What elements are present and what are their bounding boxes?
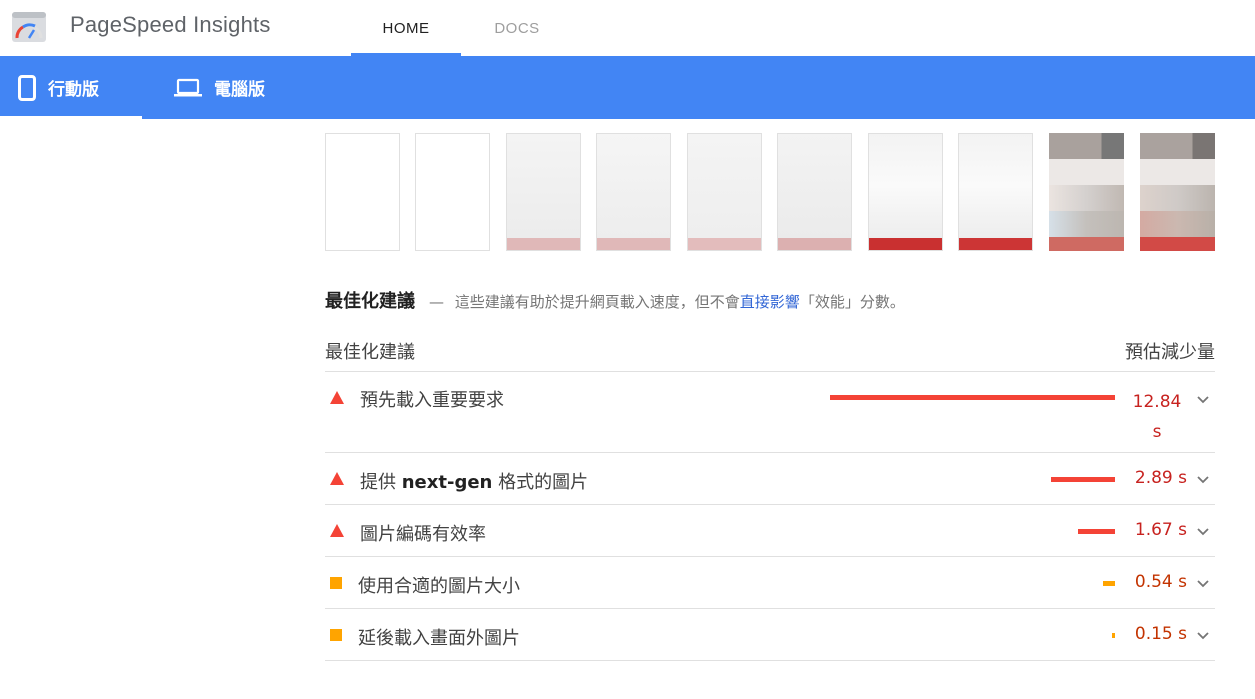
savings-value: 0.54 s bbox=[1134, 572, 1187, 592]
filmstrip-frame bbox=[958, 133, 1033, 251]
average-square-icon bbox=[330, 577, 342, 589]
opportunity-row[interactable]: 使用合適的圖片大小 0.54 s bbox=[325, 557, 1215, 609]
filmstrip-frame bbox=[325, 133, 400, 251]
direct-impact-link[interactable]: 直接影響 bbox=[740, 293, 800, 311]
filmstrip-frame bbox=[506, 133, 581, 251]
savings-value: 1.67 s bbox=[1134, 520, 1187, 540]
tab-desktop[interactable]: 電腦版 bbox=[174, 56, 304, 119]
savings-value: 12.84 s bbox=[1132, 392, 1182, 442]
device-tab-bar: 行動版 電腦版 bbox=[0, 56, 1255, 119]
tab-docs[interactable]: DOCS bbox=[472, 0, 562, 56]
chevron-down-icon[interactable] bbox=[1195, 576, 1211, 592]
opportunity-label: 預先載入重要要求 bbox=[360, 390, 504, 411]
app-title[interactable]: PageSpeed Insights bbox=[70, 12, 271, 38]
tab-home[interactable]: HOME bbox=[351, 0, 461, 56]
filmstrip bbox=[325, 133, 1215, 251]
chevron-down-icon[interactable] bbox=[1195, 628, 1211, 644]
average-square-icon bbox=[330, 629, 342, 641]
section-desc-before: 這些建議有助於提升網頁載入速度，但不會 bbox=[454, 293, 740, 311]
column-header-opportunity: 最佳化建議 bbox=[325, 342, 415, 363]
savings-bar bbox=[1103, 581, 1115, 586]
savings-bar bbox=[1051, 477, 1115, 482]
opportunity-row[interactable]: 預先載入重要要求 12.84 s bbox=[325, 373, 1215, 453]
savings-bar bbox=[830, 395, 1115, 400]
section-dash: — bbox=[429, 293, 444, 311]
opportunities-header: 最佳化建議 — 這些建議有助於提升網頁載入速度，但不會直接影響「效能」分數。 bbox=[325, 287, 1225, 313]
tab-mobile-label: 行動版 bbox=[48, 80, 99, 100]
tab-mobile[interactable]: 行動版 bbox=[0, 56, 142, 119]
fail-triangle-icon bbox=[330, 472, 344, 485]
section-title: 最佳化建議 bbox=[325, 291, 415, 312]
opportunities-table-head: 最佳化建議 預估減少量 bbox=[325, 338, 1215, 372]
filmstrip-frame bbox=[687, 133, 762, 251]
fail-triangle-icon bbox=[330, 524, 344, 537]
fail-triangle-icon bbox=[330, 391, 344, 404]
savings-bar bbox=[1078, 529, 1115, 534]
chevron-down-icon[interactable] bbox=[1195, 524, 1211, 540]
chevron-down-icon[interactable] bbox=[1195, 392, 1211, 408]
opportunity-label: 使用合適的圖片大小 bbox=[358, 576, 520, 597]
opportunity-label: 圖片編碼有效率 bbox=[360, 524, 486, 545]
opportunity-row[interactable]: 提供 next-gen 格式的圖片 2.89 s bbox=[325, 453, 1215, 505]
chevron-down-icon[interactable] bbox=[1195, 472, 1211, 488]
filmstrip-frame bbox=[1049, 133, 1124, 251]
opportunity-row[interactable]: 圖片編碼有效率 1.67 s bbox=[325, 505, 1215, 557]
section-desc-after: 「效能」分數。 bbox=[799, 293, 905, 311]
top-header: PageSpeed Insights HOME DOCS bbox=[0, 0, 1255, 56]
savings-bar bbox=[1112, 633, 1115, 638]
savings-value: 0.15 s bbox=[1134, 624, 1187, 644]
filmstrip-frame bbox=[596, 133, 671, 251]
opportunity-label: 提供 next-gen 格式的圖片 bbox=[360, 472, 589, 493]
laptop-icon bbox=[174, 78, 202, 96]
filmstrip-frame bbox=[415, 133, 490, 251]
filmstrip-frame bbox=[868, 133, 943, 251]
section-description: — 這些建議有助於提升網頁載入速度，但不會直接影響「效能」分數。 bbox=[429, 291, 905, 312]
column-header-savings: 預估減少量 bbox=[1125, 342, 1215, 363]
opportunity-row[interactable]: 延後載入畫面外圖片 0.15 s bbox=[325, 609, 1215, 661]
tab-desktop-label: 電腦版 bbox=[214, 80, 265, 100]
filmstrip-frame bbox=[1140, 133, 1215, 251]
smartphone-icon bbox=[18, 74, 36, 101]
opportunity-label: 延後載入畫面外圖片 bbox=[358, 628, 520, 649]
pagespeed-logo-icon[interactable] bbox=[12, 10, 46, 44]
filmstrip-frame bbox=[777, 133, 852, 251]
savings-value: 2.89 s bbox=[1134, 468, 1187, 488]
